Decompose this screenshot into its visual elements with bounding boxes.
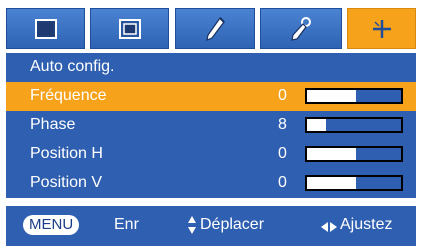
menu-item-value: 0 bbox=[278, 87, 287, 104]
menu-item-value: 0 bbox=[278, 174, 287, 191]
pen-icon bbox=[176, 9, 254, 48]
tab-setup[interactable] bbox=[347, 8, 416, 49]
level-bar[interactable] bbox=[305, 88, 403, 104]
settings-panel: Auto config. Fréquence 0 Phase 8 Positio… bbox=[6, 53, 416, 198]
menu-item-position-v[interactable]: Position V 0 bbox=[6, 169, 416, 198]
adjust-hint: Ajustez bbox=[340, 216, 393, 233]
screen-window-icon bbox=[91, 9, 168, 48]
menu-item-value: 8 bbox=[278, 116, 287, 133]
menu-item-label: Auto config. bbox=[30, 58, 115, 75]
tab-screen[interactable] bbox=[90, 8, 169, 49]
level-bar-fill bbox=[307, 148, 356, 160]
tab-pen[interactable] bbox=[175, 8, 255, 49]
menu-item-position-h[interactable]: Position H 0 bbox=[6, 140, 416, 169]
level-bar-fill bbox=[307, 177, 356, 189]
up-down-arrows-icon bbox=[187, 214, 197, 236]
level-bar[interactable] bbox=[305, 175, 403, 191]
menu-item-frequence[interactable]: Fréquence 0 bbox=[6, 82, 416, 111]
save-hint: Enr bbox=[114, 216, 139, 233]
level-bar-fill bbox=[307, 90, 356, 102]
move-hint: Déplacer bbox=[200, 216, 265, 233]
level-bar[interactable] bbox=[305, 146, 403, 162]
menu-item-label: Phase bbox=[30, 116, 76, 133]
menu-item-auto-config[interactable]: Auto config. bbox=[6, 53, 416, 82]
menu-item-phase[interactable]: Phase 8 bbox=[6, 111, 416, 140]
level-bar-fill bbox=[307, 119, 326, 131]
menu-item-value: 0 bbox=[278, 145, 287, 162]
left-right-arrows-icon bbox=[320, 220, 338, 232]
help-footer: MENU Enr Déplacer Ajustez bbox=[6, 206, 416, 246]
screen-picture-icon bbox=[7, 9, 84, 48]
tab-pen-settings[interactable] bbox=[260, 8, 342, 49]
level-bar[interactable] bbox=[305, 117, 403, 133]
osd-menu: Auto config. Fréquence 0 Phase 8 Positio… bbox=[0, 0, 422, 248]
menu-key-badge: MENU bbox=[23, 215, 80, 235]
setup-plus-icon bbox=[348, 9, 415, 48]
menu-item-label: Position H bbox=[30, 145, 103, 162]
tab-picture[interactable] bbox=[6, 8, 85, 49]
menu-item-label: Position V bbox=[30, 174, 103, 191]
menu-item-label: Fréquence bbox=[30, 87, 107, 104]
tab-bar bbox=[0, 2, 422, 49]
pen-settings-icon bbox=[261, 9, 341, 48]
